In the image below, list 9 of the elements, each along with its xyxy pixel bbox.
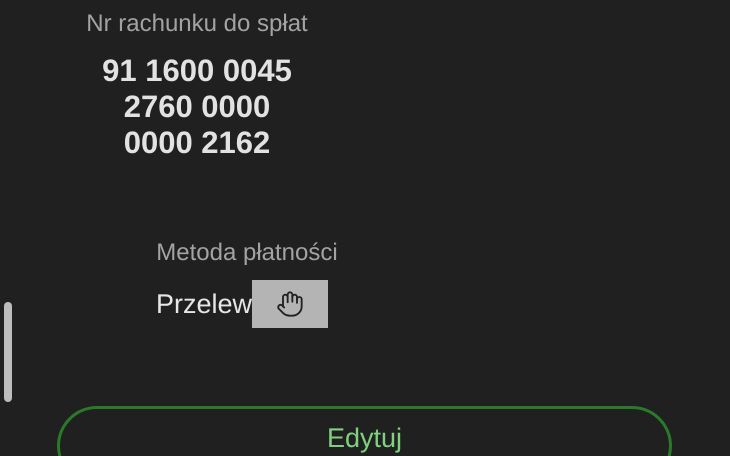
account-number: 91 1600 0045 xyxy=(102,53,292,89)
hand-icon xyxy=(252,280,328,328)
edit-button[interactable]: Edytuj xyxy=(57,406,672,456)
payment-method-value: Przelew xyxy=(156,288,252,321)
scrollbar[interactable] xyxy=(4,302,12,402)
account-label: Nr rachunku do spłat xyxy=(86,9,308,39)
account-number: 0000 2162 xyxy=(124,125,270,161)
account-number: 2760 0000 xyxy=(124,89,270,125)
payment-method-label: Metoda płatności xyxy=(156,238,338,268)
